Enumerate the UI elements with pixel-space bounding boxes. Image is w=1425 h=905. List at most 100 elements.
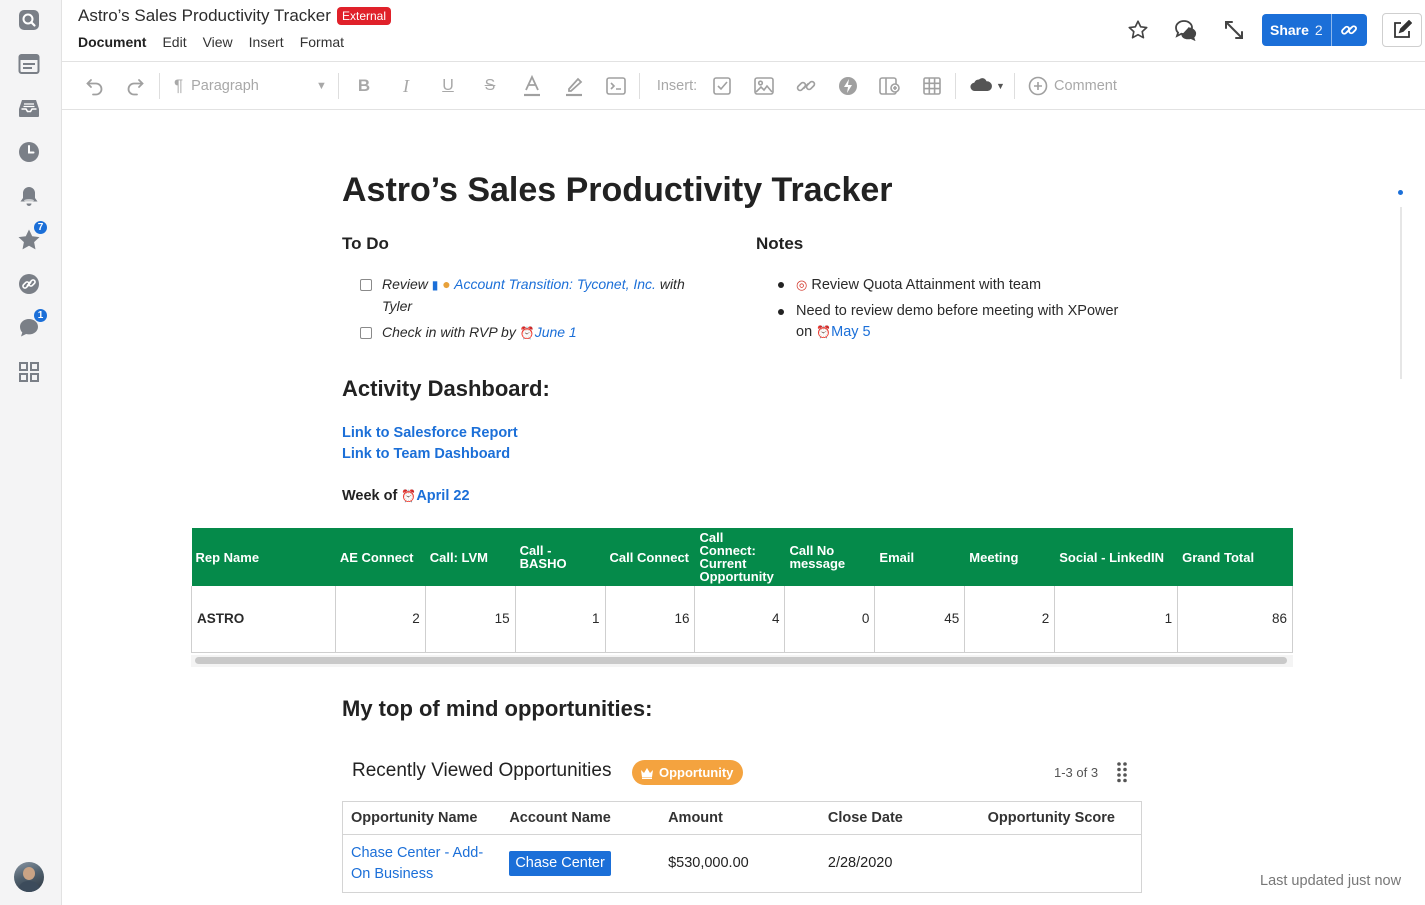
toolbar-divider (1014, 73, 1015, 99)
expand-icon[interactable] (1222, 18, 1246, 42)
opportunity-name-link[interactable]: Chase Center - Add- (351, 845, 483, 861)
strikethrough-icon[interactable]: S (479, 75, 501, 97)
highlight-icon[interactable] (563, 75, 585, 97)
column-header[interactable]: Close Date (819, 801, 980, 835)
document-icon: ▮ (431, 278, 439, 292)
due-date-link[interactable]: June 1 (535, 324, 577, 340)
search-icon[interactable] (16, 7, 42, 33)
apps-grid-icon[interactable] (16, 359, 42, 385)
star-icon[interactable]: 7 (16, 220, 48, 253)
last-updated-status: Last updated just now (1260, 873, 1402, 889)
inbox-icon[interactable] (16, 95, 42, 121)
note-text: on (796, 324, 813, 340)
notes-list-item: ◎ Review Quota Attainment with team (777, 274, 1041, 296)
week-of-line: Week of ⏰April 22 (342, 488, 470, 504)
column-header[interactable]: Opportunity Score (979, 801, 1142, 835)
table-cell[interactable]: 16 (605, 586, 696, 653)
share-label: Share (1270, 22, 1309, 38)
text-color-icon[interactable] (521, 75, 543, 97)
handshake-icon: ● (442, 276, 451, 292)
table-cell[interactable]: 45 (874, 586, 966, 653)
todo-item: Check in with RVP by ⏰June 1 (382, 322, 577, 344)
browser-icon[interactable] (16, 51, 42, 77)
underline-icon[interactable]: U (437, 75, 459, 97)
salesforce-report-link[interactable]: Link to Salesforce Report (342, 425, 518, 441)
checklist-icon[interactable] (711, 75, 733, 97)
table-cell[interactable]: 86 (1177, 586, 1293, 653)
column-header: Email (874, 528, 966, 586)
table-cell[interactable]: 15 (425, 586, 516, 653)
chevron-down-icon: ▼ (996, 81, 1005, 91)
pilcrow-icon: ¶ (174, 76, 184, 95)
column-header: Meeting (964, 528, 1056, 586)
table-cell[interactable]: 1 (515, 586, 606, 653)
alarm-icon: ⏰ (816, 325, 832, 339)
opportunity-name-cell: Chase Center - Add- On Business (343, 835, 502, 893)
menu-document[interactable]: Document (78, 34, 146, 50)
table-cell[interactable]: 1 (1054, 586, 1179, 653)
comment-button[interactable]: Comment (1028, 75, 1124, 97)
favorite-star-icon[interactable] (1126, 18, 1150, 42)
table-cell[interactable]: 2 (964, 586, 1056, 653)
column-header[interactable]: Amount (660, 801, 820, 835)
account-name-link[interactable]: Chase Center (509, 851, 611, 876)
opportunity-name-link[interactable]: On Business (351, 866, 433, 882)
todo-text: Review (382, 276, 428, 292)
chat-count-badge: 1 (33, 308, 48, 323)
todo-checkbox[interactable] (360, 327, 372, 339)
bell-icon[interactable] (16, 183, 42, 209)
salesforce-cloud-dropdown[interactable]: ▼ (968, 75, 1006, 97)
activity-table: Rep Name AE Connect Call: LVM Call - BAS… (191, 528, 1293, 653)
page-title: Astro’s Sales Productivity Tracker (342, 171, 893, 209)
table-cell[interactable]: 0 (784, 586, 876, 653)
todo-checkbox[interactable] (360, 279, 372, 291)
lightning-icon[interactable] (837, 75, 859, 97)
table-icon[interactable] (921, 75, 943, 97)
column-header[interactable]: Account Name (501, 801, 661, 835)
crown-icon (641, 767, 653, 779)
column-header[interactable]: Opportunity Name (342, 801, 502, 835)
table-cell[interactable]: ASTRO (191, 586, 336, 653)
menu-format[interactable]: Format (300, 34, 344, 50)
conversation-icon[interactable] (1174, 18, 1198, 42)
redo-icon[interactable] (124, 75, 146, 97)
menu-edit[interactable]: Edit (162, 34, 186, 50)
document-scrollbar[interactable] (1400, 207, 1402, 379)
paragraph-style-dropdown[interactable]: ¶ Paragraph ▼ (174, 75, 334, 97)
toolbar-divider (955, 73, 956, 99)
edit-icon[interactable] (1382, 13, 1422, 47)
code-block-icon[interactable] (605, 75, 627, 97)
team-dashboard-link[interactable]: Link to Team Dashboard (342, 446, 510, 462)
note-date-link[interactable]: May 5 (831, 324, 871, 340)
account-name-cell: Chase Center (501, 835, 660, 893)
notes-heading: Notes (756, 234, 804, 253)
menu-view[interactable]: View (203, 34, 233, 50)
menu-insert[interactable]: Insert (249, 34, 284, 50)
clock-icon[interactable] (16, 139, 42, 165)
opportunity-score-cell (980, 835, 1142, 893)
user-avatar[interactable] (14, 862, 44, 892)
table-cell[interactable]: 2 (335, 586, 426, 653)
document-title[interactable]: Astro’s Sales Productivity Tracker (78, 6, 331, 26)
chat-icon[interactable]: 1 (16, 308, 48, 341)
undo-icon[interactable] (84, 75, 106, 97)
menu-bar: Document Edit View Insert Format (78, 34, 344, 50)
link-icon[interactable] (16, 271, 42, 297)
italic-icon[interactable]: I (395, 75, 417, 97)
record-count: 1-3 of 3 (1054, 765, 1099, 780)
account-transition-link[interactable]: Account Transition: Tyconet, Inc. (454, 276, 656, 292)
image-icon[interactable] (753, 75, 775, 97)
drag-handle-icon[interactable] (1116, 761, 1128, 783)
hyperlink-icon[interactable] (795, 75, 817, 97)
column-header: Call No message (784, 528, 876, 586)
scrollbar-thumb[interactable] (195, 657, 1287, 664)
share-button[interactable]: Share 2 (1262, 14, 1367, 46)
table-cell[interactable]: 4 (694, 586, 786, 653)
embed-icon[interactable] (879, 75, 901, 97)
copy-link-icon[interactable] (1330, 14, 1367, 46)
bold-icon[interactable]: B (353, 75, 375, 97)
column-header: Social - LinkedIN (1054, 528, 1179, 586)
week-date-link[interactable]: April 22 (416, 488, 469, 504)
table-horizontal-scrollbar[interactable] (191, 655, 1293, 667)
favorites-count-badge: 7 (33, 220, 48, 235)
